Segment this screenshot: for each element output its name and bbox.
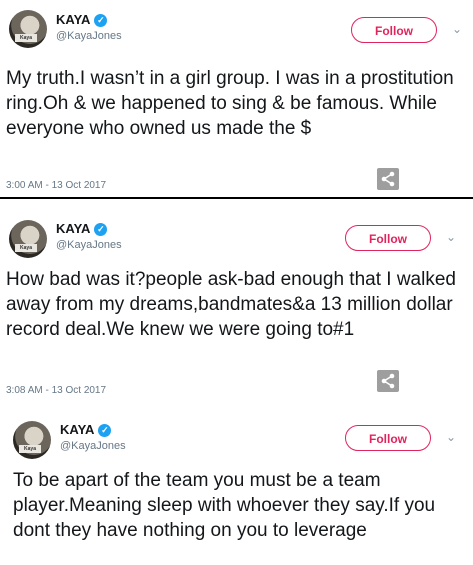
verified-check-icon: ✓ <box>98 424 112 437</box>
follow-button[interactable]: Follow <box>345 425 431 451</box>
tweet-1: Kaya KAYA ✓ @KayaJones Follow ⌄ My truth.… <box>0 0 473 196</box>
avatar-tag: Kaya <box>15 244 37 252</box>
avatar-tag: Kaya <box>19 445 41 453</box>
tweet-2: Kaya KAYA ✓ @KayaJones Follow ⌄ How bad w… <box>0 199 473 405</box>
avatar[interactable]: Kaya <box>13 421 51 459</box>
chevron-down-icon[interactable]: ⌄ <box>446 430 456 444</box>
avatar[interactable]: Kaya <box>9 10 47 48</box>
display-name[interactable]: KAYA ✓ <box>60 422 112 437</box>
chevron-down-icon[interactable]: ⌄ <box>452 22 462 36</box>
tweet-timestamp[interactable]: 3:08 AM - 13 Oct 2017 <box>6 385 106 396</box>
share-icon[interactable] <box>377 168 399 190</box>
user-handle[interactable]: @KayaJones <box>56 239 122 251</box>
tweet-text: How bad was it?people ask-bad enough tha… <box>6 269 456 340</box>
tweet-text: To be apart of the team you must be a te… <box>13 470 436 541</box>
tweet-3: Kaya KAYA ✓ @KayaJones Follow ⌄ To be apa… <box>0 405 473 565</box>
display-name-text: KAYA <box>56 12 91 27</box>
avatar-tag: Kaya <box>15 34 37 42</box>
display-name-text: KAYA <box>60 422 95 437</box>
verified-check-icon: ✓ <box>94 223 108 236</box>
tweet-timestamp[interactable]: 3:00 AM - 13 Oct 2017 <box>6 180 106 191</box>
follow-button[interactable]: Follow <box>345 225 431 251</box>
user-handle[interactable]: @KayaJones <box>56 30 122 42</box>
display-name[interactable]: KAYA ✓ <box>56 221 108 236</box>
verified-check-icon: ✓ <box>94 14 108 27</box>
chevron-down-icon[interactable]: ⌄ <box>446 230 456 244</box>
share-icon[interactable] <box>377 370 399 392</box>
display-name-text: KAYA <box>56 221 91 236</box>
user-handle[interactable]: @KayaJones <box>60 440 126 452</box>
avatar[interactable]: Kaya <box>9 220 47 258</box>
tweet-text: My truth.I wasn’t in a girl group. I was… <box>6 68 454 139</box>
follow-button[interactable]: Follow <box>351 17 437 43</box>
display-name[interactable]: KAYA ✓ <box>56 12 108 27</box>
